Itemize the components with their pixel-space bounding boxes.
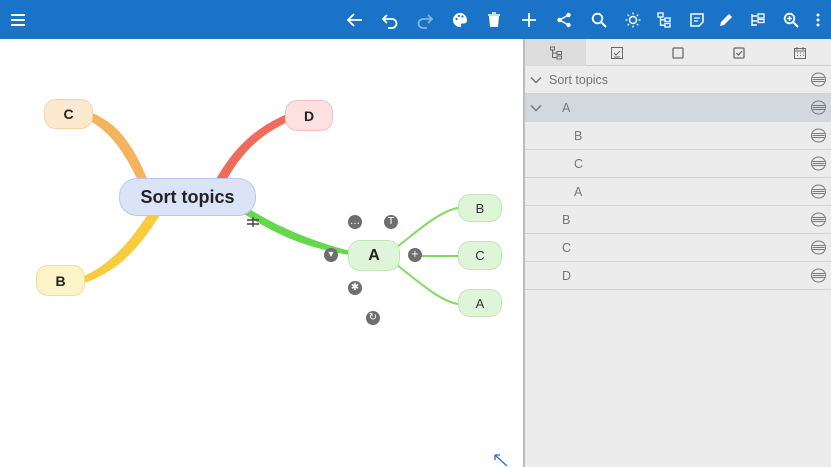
palette-icon[interactable]	[445, 0, 475, 39]
top-toolbar	[0, 0, 831, 39]
undo-icon[interactable]	[375, 0, 405, 39]
asterisk-icon[interactable]: ✱	[348, 281, 362, 295]
redo-icon[interactable]	[410, 0, 440, 39]
outline-row-b[interactable]: B	[525, 206, 831, 234]
chevron-down-icon[interactable]	[529, 101, 543, 115]
square-tab-icon[interactable]	[647, 39, 708, 66]
reorder-handle-icon[interactable]	[810, 239, 827, 256]
resize-arrow-icon[interactable]	[493, 453, 509, 467]
search-icon[interactable]	[584, 0, 614, 39]
hierarchy-tab-icon[interactable]	[525, 39, 586, 66]
add-child-icon[interactable]: +	[408, 248, 422, 262]
outline-icon[interactable]	[743, 0, 773, 39]
reorder-handle-icon[interactable]	[810, 71, 827, 88]
more-options-icon[interactable]: …	[348, 215, 362, 229]
idea-bulb-icon[interactable]	[618, 0, 648, 39]
checkbox-tab-icon[interactable]	[708, 39, 769, 66]
outline-row-label: A	[574, 185, 583, 199]
outline-row-a[interactable]: A	[525, 94, 831, 122]
reorder-handle-icon[interactable]	[810, 127, 827, 144]
outline-row-label: C	[574, 157, 584, 171]
share-icon[interactable]	[549, 0, 579, 39]
link-central-d	[215, 114, 290, 185]
outline-row-label: A	[562, 101, 571, 115]
calendar-tab-icon[interactable]	[769, 39, 830, 66]
menu-icon[interactable]	[3, 0, 33, 39]
panel-tabs	[525, 39, 831, 66]
add-icon[interactable]	[514, 0, 544, 39]
mind-map-canvas[interactable]: Sort topics C B D A B C A … T ▾ + ✱ ↻	[0, 39, 523, 467]
outline-row-label: D	[562, 269, 572, 283]
reorder-handle-icon[interactable]	[810, 211, 827, 228]
outline-row-label: B	[562, 213, 571, 227]
reorder-handle-icon[interactable]	[810, 155, 827, 172]
outline-row-a-a[interactable]: A	[525, 178, 831, 206]
reorder-handle-icon[interactable]	[810, 183, 827, 200]
back-arrow-icon[interactable]	[340, 0, 370, 39]
chevron-down-icon[interactable]	[529, 73, 543, 87]
child-node-c[interactable]: C	[458, 241, 502, 270]
node-a-selected[interactable]: A	[348, 240, 400, 271]
outline-row-a-b[interactable]: B	[525, 122, 831, 150]
collapse-icon[interactable]: ▾	[324, 248, 338, 262]
outline-row-a-c[interactable]: C	[525, 150, 831, 178]
hierarchy-icon[interactable]	[649, 0, 679, 39]
outline-panel: Sort topics A B C A B C D	[525, 39, 831, 467]
node-c[interactable]: C	[44, 99, 93, 129]
child-node-b[interactable]: B	[458, 194, 502, 222]
checklist-tab-icon[interactable]	[586, 39, 647, 66]
outline-row-label: B	[574, 129, 583, 143]
more-vertical-icon[interactable]	[803, 0, 831, 39]
delete-icon[interactable]	[479, 0, 509, 39]
child-node-a[interactable]: A	[458, 289, 502, 317]
node-d[interactable]: D	[285, 100, 333, 131]
text-format-icon[interactable]: T	[384, 215, 398, 229]
outline-row-label: Sort topics	[549, 73, 609, 87]
node-b[interactable]: B	[36, 265, 85, 296]
reorder-handle-icon[interactable]	[810, 267, 827, 284]
edit-pen-icon[interactable]	[711, 0, 741, 39]
link-a-a	[396, 264, 459, 305]
drag-handle-icon[interactable]	[246, 215, 260, 227]
central-node[interactable]: Sort topics	[119, 178, 256, 216]
outline-row-c[interactable]: C	[525, 234, 831, 262]
rotate-icon[interactable]: ↻	[366, 311, 380, 325]
link-central-c	[90, 113, 148, 185]
reorder-handle-icon[interactable]	[810, 99, 827, 116]
outline-row-sort-topics[interactable]: Sort topics	[525, 66, 831, 94]
link-central-b	[82, 211, 160, 283]
zoom-icon[interactable]	[776, 0, 806, 39]
note-icon[interactable]	[682, 0, 712, 39]
outline-row-d[interactable]: D	[525, 262, 831, 290]
link-a-b	[396, 207, 459, 248]
outline-row-label: C	[562, 241, 572, 255]
